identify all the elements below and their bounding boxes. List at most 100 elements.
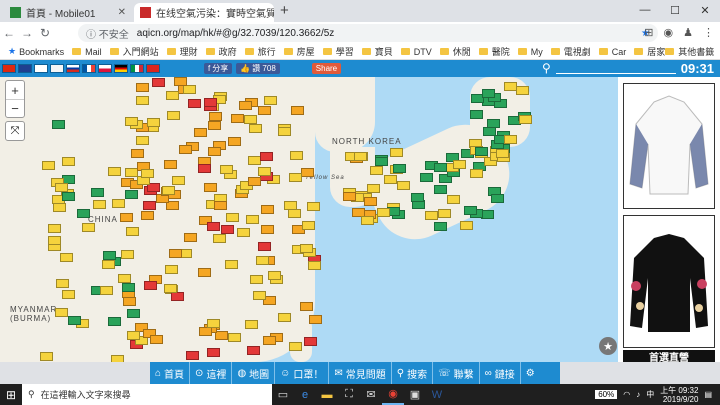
aqi-station-marker[interactable]: [90, 187, 104, 197]
aqi-station-marker[interactable]: [245, 320, 259, 330]
aqi-station-marker[interactable]: [144, 280, 158, 290]
aqi-station-marker[interactable]: [470, 110, 484, 120]
aqi-station-marker[interactable]: [108, 167, 122, 177]
aqi-station-marker[interactable]: [383, 174, 397, 184]
aqi-station-marker[interactable]: [519, 115, 533, 125]
bookmark-item[interactable]: 休閒: [439, 45, 471, 58]
photos-icon[interactable]: ▣: [404, 384, 426, 405]
ad-banner[interactable]: 首選直營: [623, 350, 715, 364]
aqi-station-marker[interactable]: [228, 137, 242, 147]
bookmark-item[interactable]: ★ Bookmarks: [8, 46, 64, 57]
aqi-station-marker[interactable]: [425, 211, 439, 221]
aqi-station-marker[interactable]: [118, 274, 132, 284]
browser-tab-aqicn[interactable]: 在线空氣污染：實時空氣質量指標 ✕: [134, 3, 274, 22]
aqi-station-marker[interactable]: [207, 120, 221, 130]
aqi-station-marker[interactable]: [82, 222, 96, 232]
aqi-station-marker[interactable]: [300, 243, 314, 253]
ad-white-blouse[interactable]: [623, 83, 715, 209]
aqi-station-marker[interactable]: [77, 209, 91, 219]
aqi-station-marker[interactable]: [228, 332, 242, 342]
aqi-station-marker[interactable]: [198, 267, 212, 277]
aqi-station-marker[interactable]: [411, 200, 425, 210]
aqi-station-marker[interactable]: [433, 221, 447, 231]
aqi-station-marker[interactable]: [182, 84, 196, 94]
flag-kr-icon[interactable]: [50, 64, 64, 73]
aqi-station-marker[interactable]: [183, 232, 197, 242]
aqi-station-marker[interactable]: [291, 106, 305, 116]
store-icon[interactable]: ⛶: [338, 384, 360, 405]
forward-icon[interactable]: →: [18, 26, 36, 40]
aqi-station-marker[interactable]: [141, 168, 155, 178]
aqi-station-marker[interactable]: [166, 91, 180, 101]
minimize-icon[interactable]: —: [630, 0, 660, 20]
taskbar-clock[interactable]: 上午 09:32 2019/9/20: [660, 386, 698, 404]
aqi-station-marker[interactable]: [173, 77, 187, 86]
nav-contact[interactable]: ☏ 聯繫: [433, 362, 480, 384]
search-icon[interactable]: ⚲: [542, 61, 551, 75]
bookmark-item[interactable]: 政府: [205, 45, 237, 58]
aqi-station-marker[interactable]: [125, 227, 139, 237]
aqi-station-marker[interactable]: [130, 148, 144, 158]
aqi-station-marker[interactable]: [207, 221, 221, 231]
bookmark-item[interactable]: Mail: [72, 47, 102, 57]
aqi-station-marker[interactable]: [459, 220, 473, 230]
aqi-station-marker[interactable]: [277, 126, 291, 136]
nav-mask[interactable]: ☺ 口罩！: [275, 362, 330, 384]
aqi-station-marker[interactable]: [263, 335, 277, 345]
aqi-station-marker[interactable]: [127, 331, 141, 341]
aqi-station-marker[interactable]: [150, 334, 164, 344]
aqi-station-marker[interactable]: [52, 120, 66, 130]
mail-icon[interactable]: ✉: [360, 384, 382, 405]
aqi-station-marker[interactable]: [247, 155, 261, 165]
aqi-station-marker[interactable]: [209, 112, 223, 122]
aqi-station-marker[interactable]: [93, 199, 107, 209]
profile-icon[interactable]: ♟: [683, 26, 693, 39]
aqi-station-marker[interactable]: [48, 224, 62, 234]
aqi-station-marker[interactable]: [482, 88, 496, 98]
aqi-station-marker[interactable]: [221, 224, 235, 234]
nav-settings[interactable]: ⚙: [521, 362, 543, 384]
menu-icon[interactable]: ⋮: [703, 26, 714, 39]
word-icon[interactable]: W: [426, 384, 448, 405]
bookmark-item[interactable]: 學習: [322, 45, 354, 58]
aqi-station-marker[interactable]: [164, 284, 178, 294]
aqi-station-marker[interactable]: [166, 111, 180, 121]
aqi-station-marker[interactable]: [475, 146, 489, 156]
bookmark-item-other[interactable]: 其他書籤: [665, 45, 714, 58]
aqi-station-marker[interactable]: [99, 286, 113, 296]
aqi-station-marker[interactable]: [253, 291, 267, 301]
aqi-station-marker[interactable]: [203, 182, 217, 192]
aqi-station-marker[interactable]: [260, 151, 274, 161]
aqi-station-marker[interactable]: [103, 251, 117, 261]
aqi-station-marker[interactable]: [214, 201, 228, 211]
zoom-out-button[interactable]: −: [6, 99, 24, 117]
back-icon[interactable]: ←: [0, 26, 18, 40]
bookmark-item[interactable]: 居家: [634, 45, 665, 58]
aqi-station-marker[interactable]: [307, 201, 321, 211]
aqi-station-marker[interactable]: [168, 249, 182, 259]
aqi-station-marker[interactable]: [257, 241, 271, 251]
aqi-station-marker[interactable]: [247, 177, 261, 187]
aqi-station-marker[interactable]: [55, 278, 69, 288]
aqi-station-marker[interactable]: [185, 350, 199, 360]
aqi-station-marker[interactable]: [438, 208, 452, 218]
aqi-station-marker[interactable]: [447, 194, 461, 204]
flag-jp-icon[interactable]: [34, 64, 48, 73]
aqi-station-marker[interactable]: [125, 189, 139, 199]
aqi-map[interactable]: CHINA MYANMAR (BURMA) NORTH KOREA Yellow…: [0, 77, 618, 362]
aqi-station-marker[interactable]: [207, 347, 221, 357]
site-search-input[interactable]: [556, 73, 676, 74]
aqi-station-marker[interactable]: [60, 252, 74, 262]
aqi-station-marker[interactable]: [220, 165, 234, 175]
aqi-station-marker[interactable]: [257, 166, 271, 176]
aqi-station-marker[interactable]: [308, 261, 322, 271]
aqi-station-marker[interactable]: [107, 317, 121, 327]
volume-icon[interactable]: ♪: [636, 390, 640, 399]
aqi-station-marker[interactable]: [369, 165, 383, 175]
aqi-station-marker[interactable]: [172, 175, 186, 185]
aqi-station-marker[interactable]: [61, 156, 75, 166]
notifications-icon[interactable]: ▤: [704, 390, 712, 399]
taskbar-search[interactable]: ⚲ 在這裡輸入文字來搜尋: [22, 384, 272, 405]
aqi-station-marker[interactable]: [188, 98, 202, 108]
aqi-station-marker[interactable]: [136, 135, 150, 145]
